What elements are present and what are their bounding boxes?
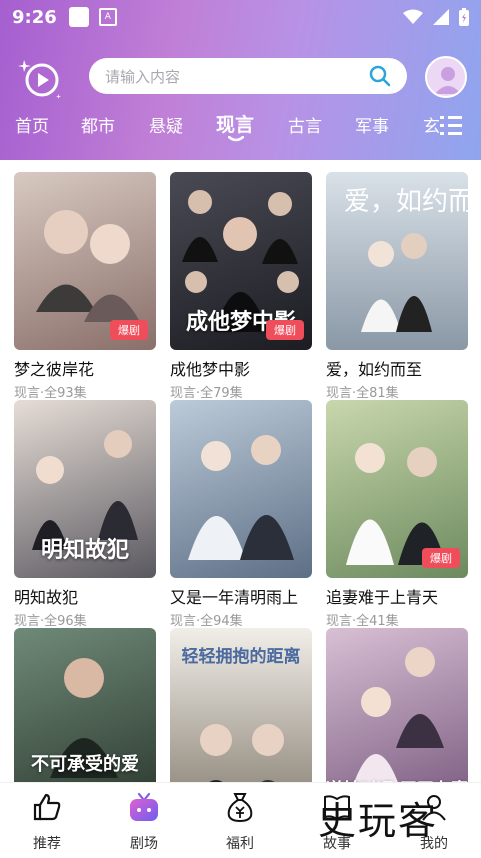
poster-title: 明知故犯	[40, 537, 129, 563]
hot-badge: 爆剧	[266, 320, 304, 340]
drama-card[interactable]: 爆剧 梦之彼岸花 现言·全93集	[14, 172, 156, 401]
nav-label: 福利	[226, 836, 254, 852]
notification-icon	[68, 7, 89, 27]
thumbs-up-icon	[33, 793, 61, 821]
search-input[interactable]: 请输入内容	[105, 66, 369, 87]
tab-ancient-romance[interactable]: 古言	[288, 112, 322, 137]
drama-title[interactable]: 梦之彼岸花	[14, 356, 156, 380]
poster-art: 爱，如约而至	[344, 187, 468, 332]
drama-poster[interactable]: 轻轻拥抱的距离	[170, 628, 312, 806]
tab-modern-romance[interactable]: 现言	[216, 110, 254, 137]
poster-art	[188, 435, 294, 560]
signal-icon	[433, 9, 449, 25]
battery-icon	[459, 8, 469, 26]
drama-poster[interactable]: 爆剧	[14, 172, 156, 350]
nav-theater[interactable]: 剧场	[104, 791, 184, 853]
drama-poster[interactable]: 明知故犯	[14, 400, 156, 578]
drama-poster[interactable]: 成他梦中影 爆剧	[170, 172, 312, 350]
drama-title[interactable]: 爱，如约而至	[326, 356, 468, 380]
drama-meta: 现言·全79集	[170, 386, 243, 401]
nav-label: 剧场	[130, 836, 158, 852]
tab-fantasy[interactable]: 玄	[423, 112, 440, 137]
search-icon[interactable]	[369, 65, 391, 87]
tab-urban[interactable]: 都市	[81, 112, 115, 137]
drama-poster[interactable]	[170, 400, 312, 578]
drama-poster[interactable]: 爆剧	[326, 400, 468, 578]
drama-card[interactable]: 逆转时运 天天有喜	[326, 628, 468, 806]
drama-meta: 现言·全41集	[326, 614, 399, 629]
avatar[interactable]	[425, 56, 467, 98]
status-bar: 9:26 A	[0, 0, 481, 34]
drama-card[interactable]: 不可承受的爱	[14, 628, 156, 806]
search-box[interactable]: 请输入内容	[89, 58, 407, 94]
wifi-icon	[403, 9, 423, 24]
poster-title: 不可承受的爱	[31, 754, 139, 775]
category-tabs: 首页 都市 悬疑 现言 古言 军事 玄	[0, 108, 481, 148]
drama-card[interactable]: 明知故犯 明知故犯 现言·全96集	[14, 400, 156, 629]
tab-suspense[interactable]: 悬疑	[149, 112, 183, 137]
drama-poster[interactable]: 不可承受的爱	[14, 628, 156, 806]
drama-poster[interactable]: 爱，如约而至	[326, 172, 468, 350]
drama-card[interactable]: 又是一年清明雨上 现言·全94集	[170, 400, 312, 629]
drama-card[interactable]: 轻轻拥抱的距离	[170, 628, 312, 806]
tab-home[interactable]: 首页	[15, 112, 49, 137]
drama-title[interactable]: 成他梦中影	[170, 356, 312, 380]
nav-recommend[interactable]: 推荐	[7, 791, 87, 853]
hot-badge: 爆剧	[110, 320, 148, 340]
watermark: 史玩客	[318, 799, 439, 843]
app-logo[interactable]	[18, 56, 62, 100]
drama-title[interactable]: 明知故犯	[14, 584, 156, 608]
hot-badge: 爆剧	[422, 548, 460, 568]
drama-title[interactable]: 追妻难于上青天	[326, 584, 468, 608]
nav-label: 推荐	[33, 836, 61, 852]
poster-title: 轻轻拥抱的距离	[181, 647, 301, 667]
drama-meta: 现言·全94集	[170, 614, 243, 629]
active-tab-indicator	[228, 136, 244, 142]
drama-meta: 现言·全81集	[326, 386, 399, 401]
drama-title[interactable]: 又是一年清明雨上	[170, 584, 312, 608]
nav-welfare[interactable]: 福利	[200, 791, 280, 853]
poster-art	[50, 658, 118, 778]
tab-military[interactable]: 军事	[355, 112, 389, 137]
notification-a-icon: A	[98, 8, 117, 26]
drama-card[interactable]: 成他梦中影 爆剧 成他梦中影 现言·全79集	[170, 172, 312, 401]
drama-poster[interactable]: 逆转时运 天天有喜	[326, 628, 468, 806]
drama-meta: 现言·全96集	[14, 614, 87, 629]
tv-icon	[130, 792, 158, 821]
category-menu-icon[interactable]	[440, 112, 470, 140]
drama-card[interactable]: 爱，如约而至 爱，如约而至 现言·全81集	[326, 172, 468, 401]
drama-meta: 现言·全93集	[14, 386, 87, 401]
drama-card[interactable]: 爆剧 追妻难于上青天 现言·全41集	[326, 400, 468, 629]
money-bag-icon	[227, 793, 253, 823]
svg-text:爱，如约而至: 爱，如约而至	[344, 187, 468, 217]
status-time: 9:26	[12, 6, 57, 28]
